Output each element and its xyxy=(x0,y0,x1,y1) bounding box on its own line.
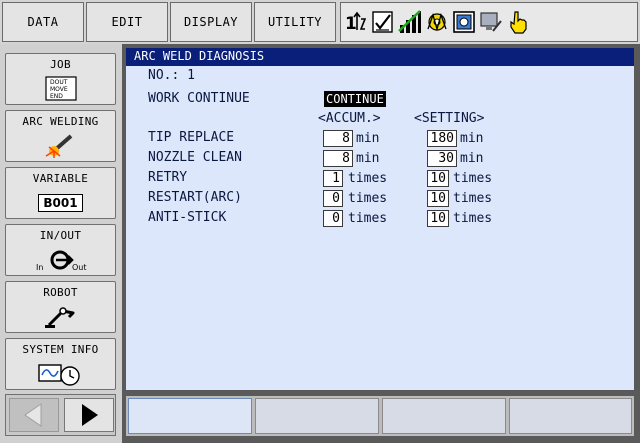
function-key-1[interactable] xyxy=(128,398,252,434)
in-text: In xyxy=(36,263,43,272)
signal-bars-icon xyxy=(397,8,423,36)
work-continue-label: WORK CONTINUE xyxy=(148,91,250,106)
setting-header: <SETTING> xyxy=(414,111,485,126)
page-navigation xyxy=(5,394,116,436)
job-button[interactable]: JOB DOUT MOVE END xyxy=(5,53,116,105)
retry-accum-unit: times xyxy=(348,171,388,186)
variable-label: VARIABLE xyxy=(32,172,89,185)
tip-replace-accum-unit: min xyxy=(356,131,380,146)
function-key-row xyxy=(126,396,634,436)
weld-gear-icon xyxy=(424,8,450,36)
panel-icon xyxy=(451,8,477,36)
status-icon-area: 1 xyxy=(340,2,638,42)
function-key-2[interactable] xyxy=(255,398,379,434)
retry-accum-value[interactable]: 1 xyxy=(323,170,343,187)
robot-button[interactable]: ROBOT xyxy=(5,281,116,333)
top-menu-bar: DATA EDIT DISPLAY UTILITY 1 xyxy=(0,0,640,44)
diagnosis-content: NO.: 1 WORK CONTINUE CONTINUE <ACCUM.> <… xyxy=(126,66,634,390)
restart-arc-setting-value[interactable]: 10 xyxy=(427,190,449,207)
system-info-button[interactable]: SYSTEM INFO xyxy=(5,338,116,390)
system-info-icon xyxy=(6,361,115,387)
anti-stick-setting-value[interactable]: 10 xyxy=(427,210,449,227)
variable-badge: B001 xyxy=(38,194,83,212)
row-label-restart-arc: RESTART(ARC) xyxy=(148,190,242,205)
previous-page-button[interactable] xyxy=(9,398,59,432)
welding-torch-icon xyxy=(6,133,115,159)
menu-display-button[interactable]: DISPLAY xyxy=(170,2,252,42)
nozzle-clean-accum-unit: min xyxy=(356,151,380,166)
nozzle-clean-setting-unit: min xyxy=(460,151,484,166)
in-out-button[interactable]: IN/OUT In Out xyxy=(5,224,116,276)
robot-label: ROBOT xyxy=(43,286,78,299)
arc-welding-button[interactable]: ARC WELDING xyxy=(5,110,116,162)
work-continue-value[interactable]: CONTINUE xyxy=(324,91,386,107)
job-icon: DOUT MOVE END xyxy=(6,76,115,102)
right-arrow-icon xyxy=(82,404,98,426)
arc-welding-label: ARC WELDING xyxy=(22,115,99,128)
tip-replace-accum-value[interactable]: 8 xyxy=(323,130,353,147)
tip-replace-setting-unit: min xyxy=(460,131,484,146)
job-label: JOB xyxy=(50,58,71,71)
left-arrow-icon xyxy=(24,403,42,427)
job-icon-line-3: END xyxy=(50,93,63,100)
row-label-retry: RETRY xyxy=(148,170,188,185)
retry-setting-unit: times xyxy=(453,171,493,186)
anti-stick-accum-unit: times xyxy=(348,211,388,226)
svg-text:1: 1 xyxy=(345,14,357,34)
anti-stick-setting-unit: times xyxy=(453,211,493,226)
anti-stick-accum-value[interactable]: 0 xyxy=(323,210,343,227)
row-label-nozzle-clean: NOZZLE CLEAN xyxy=(148,150,242,165)
function-key-4[interactable] xyxy=(509,398,632,434)
row-label-tip-replace: TIP REPLACE xyxy=(148,130,235,145)
nozzle-clean-setting-value[interactable]: 30 xyxy=(427,150,457,167)
function-key-3[interactable] xyxy=(382,398,506,434)
tip-replace-setting-value[interactable]: 180 xyxy=(427,130,457,147)
restart-arc-setting-unit: times xyxy=(453,191,493,206)
menu-edit-button[interactable]: EDIT xyxy=(86,2,168,42)
menu-utility-button[interactable]: UTILITY xyxy=(254,2,336,42)
variable-button[interactable]: VARIABLE B001 xyxy=(5,167,116,219)
menu-data-button[interactable]: DATA xyxy=(2,2,84,42)
system-info-label: SYSTEM INFO xyxy=(22,343,99,356)
in-out-label: IN/OUT xyxy=(39,229,82,242)
job-icon-line-2: MOVE xyxy=(50,86,68,93)
restart-arc-accum-unit: times xyxy=(348,191,388,206)
in-out-icon: In Out xyxy=(6,247,115,273)
edit-check-icon xyxy=(370,8,396,36)
number-label: NO.: 1 xyxy=(148,68,195,83)
monitor-pen-icon xyxy=(478,8,504,36)
left-menu-panel: JOB DOUT MOVE END ARC WELDING VARIABLE B… xyxy=(0,44,122,443)
screen-title-bar: ARC WELD DIAGNOSIS xyxy=(126,48,634,66)
variable-icon: B001 xyxy=(6,190,115,216)
job-icon-line-1: DOUT xyxy=(50,79,68,86)
screen-title: ARC WELD DIAGNOSIS xyxy=(134,49,265,63)
robot-arm-icon xyxy=(6,304,115,330)
retry-setting-value[interactable]: 10 xyxy=(427,170,449,187)
hand-pointer-icon xyxy=(505,8,531,36)
nozzle-clean-accum-value[interactable]: 8 xyxy=(323,150,353,167)
accum-header: <ACCUM.> xyxy=(318,111,381,126)
restart-arc-accum-value[interactable]: 0 xyxy=(323,190,343,207)
row-label-anti-stick: ANTI-STICK xyxy=(148,210,227,225)
next-page-button[interactable] xyxy=(64,398,114,432)
out-text: Out xyxy=(72,263,87,272)
sort-icon: 1 xyxy=(343,8,369,36)
